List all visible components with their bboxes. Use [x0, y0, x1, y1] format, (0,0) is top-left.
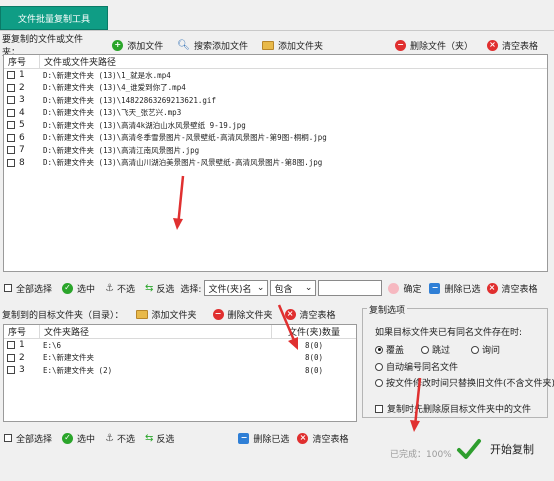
annotation-arrow-2 — [277, 304, 298, 350]
annotation-arrows — [173, 175, 422, 432]
annotation-arrow-1 — [173, 175, 185, 230]
annotation-arrow-3 — [410, 377, 422, 432]
